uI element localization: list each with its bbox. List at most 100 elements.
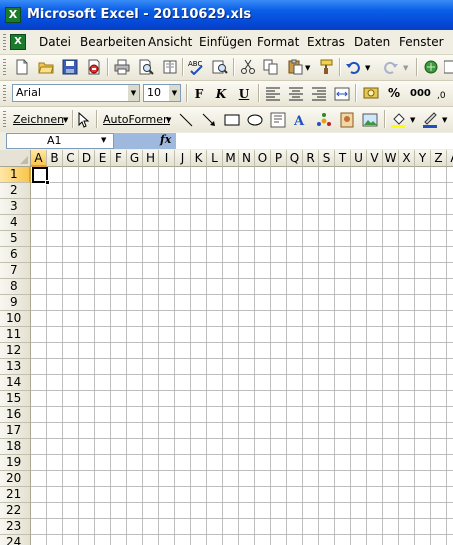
row-header-17[interactable]: 17: [0, 423, 31, 439]
toolbar-grip[interactable]: [3, 111, 6, 128]
diagram-icon[interactable]: [316, 112, 332, 128]
row-header-1[interactable]: 1: [0, 167, 31, 183]
menu-ansicht[interactable]: Ansicht: [148, 35, 192, 49]
column-header-u[interactable]: U: [351, 150, 367, 167]
row-header-18[interactable]: 18: [0, 439, 31, 455]
align-center-icon[interactable]: [288, 86, 304, 102]
arrow-icon[interactable]: [201, 112, 217, 128]
column-header-y[interactable]: Y: [415, 150, 431, 167]
column-header-d[interactable]: D: [79, 150, 95, 167]
research-icon[interactable]: [212, 59, 228, 75]
line-icon[interactable]: [178, 112, 194, 128]
column-header-a[interactable]: A: [31, 150, 47, 167]
more-icon[interactable]: [444, 59, 453, 75]
row-header-2[interactable]: 2: [0, 183, 31, 199]
column-header-b[interactable]: B: [47, 150, 63, 167]
clipart-icon[interactable]: [339, 112, 355, 128]
draw-menu-button[interactable]: Zeichnen: [13, 113, 64, 126]
line-color-icon[interactable]: [422, 112, 438, 128]
menu-fenster[interactable]: Fenster: [399, 35, 444, 49]
column-header-c[interactable]: C: [63, 150, 79, 167]
row-header-24[interactable]: 24: [0, 535, 31, 545]
wordart-icon[interactable]: A: [293, 112, 309, 128]
row-header-10[interactable]: 10: [0, 311, 31, 327]
menu-bearbeiten[interactable]: Bearbeiten: [80, 35, 146, 49]
menu-daten[interactable]: Daten: [354, 35, 390, 49]
column-header-t[interactable]: T: [335, 150, 351, 167]
print-icon[interactable]: [114, 59, 130, 75]
row-header-3[interactable]: 3: [0, 199, 31, 215]
open-folder-icon[interactable]: [38, 59, 54, 75]
redo-dropdown-icon[interactable]: ▼: [403, 64, 408, 72]
select-objects-icon[interactable]: [76, 112, 92, 128]
row-header-21[interactable]: 21: [0, 487, 31, 503]
underline-button[interactable]: U: [235, 86, 253, 102]
cut-icon[interactable]: [240, 59, 256, 75]
spelling-icon[interactable]: ABC: [188, 59, 204, 75]
column-header-l[interactable]: L: [207, 150, 223, 167]
thousands-separator-button[interactable]: 000: [410, 88, 431, 99]
select-all-button[interactable]: [0, 150, 31, 167]
percent-button[interactable]: %: [388, 86, 400, 100]
row-header-8[interactable]: 8: [0, 279, 31, 295]
autoshapes-menu-button[interactable]: AutoFormen: [103, 113, 170, 126]
align-left-icon[interactable]: [265, 86, 281, 102]
row-header-9[interactable]: 9: [0, 295, 31, 311]
column-header-n[interactable]: N: [239, 150, 255, 167]
row-header-5[interactable]: 5: [0, 231, 31, 247]
menu-datei[interactable]: Datei: [39, 35, 71, 49]
undo-dropdown-icon[interactable]: ▼: [365, 64, 370, 72]
merge-center-icon[interactable]: [334, 86, 350, 102]
column-header-q[interactable]: Q: [287, 150, 303, 167]
row-header-14[interactable]: 14: [0, 375, 31, 391]
name-box-dropdown-icon[interactable]: ▼: [101, 136, 106, 144]
column-header-x[interactable]: X: [399, 150, 415, 167]
redo-icon[interactable]: [383, 59, 399, 75]
font-name-select[interactable]: Arial ▼: [12, 84, 140, 102]
column-header-s[interactable]: S: [319, 150, 335, 167]
toolbar-grip[interactable]: [3, 59, 6, 76]
row-header-20[interactable]: 20: [0, 471, 31, 487]
fill-color-dropdown-icon[interactable]: ▼: [410, 116, 415, 124]
new-document-icon[interactable]: [14, 59, 30, 75]
undo-icon[interactable]: [345, 59, 361, 75]
oval-icon[interactable]: [247, 112, 263, 128]
fill-handle[interactable]: [45, 180, 50, 185]
row-header-19[interactable]: 19: [0, 455, 31, 471]
row-header-4[interactable]: 4: [0, 215, 31, 231]
column-header-e[interactable]: E: [95, 150, 111, 167]
font-size-dropdown-icon[interactable]: ▼: [169, 85, 180, 101]
row-header-15[interactable]: 15: [0, 391, 31, 407]
name-box[interactable]: A1: [6, 133, 114, 149]
italic-button[interactable]: K: [212, 86, 230, 102]
column-header-h[interactable]: H: [143, 150, 159, 167]
column-header-f[interactable]: F: [111, 150, 127, 167]
toolbar-grip[interactable]: [3, 85, 6, 102]
formula-input[interactable]: [176, 133, 453, 149]
row-header-23[interactable]: 23: [0, 519, 31, 535]
font-size-select[interactable]: 10 ▼: [143, 84, 181, 102]
print-preview-icon[interactable]: [138, 59, 154, 75]
hyperlink-icon[interactable]: [423, 59, 439, 75]
column-header-w[interactable]: W: [383, 150, 399, 167]
column-header-z[interactable]: Z: [431, 150, 447, 167]
research-book-icon[interactable]: [162, 59, 178, 75]
menu-einfuegen[interactable]: Einfügen: [199, 35, 252, 49]
paste-icon[interactable]: [287, 59, 303, 75]
align-right-icon[interactable]: [311, 86, 327, 102]
line-color-dropdown-icon[interactable]: ▼: [442, 116, 447, 124]
picture-icon[interactable]: [362, 112, 378, 128]
column-header-j[interactable]: J: [175, 150, 191, 167]
column-header-k[interactable]: K: [191, 150, 207, 167]
copy-icon[interactable]: [263, 59, 279, 75]
cell-grid[interactable]: [31, 167, 453, 545]
font-name-dropdown-icon[interactable]: ▼: [128, 85, 139, 101]
row-header-13[interactable]: 13: [0, 359, 31, 375]
bold-button[interactable]: F: [190, 86, 208, 102]
row-header-16[interactable]: 16: [0, 407, 31, 423]
menu-format[interactable]: Format: [257, 35, 299, 49]
rectangle-icon[interactable]: [224, 112, 240, 128]
row-header-7[interactable]: 7: [0, 263, 31, 279]
column-header-i[interactable]: I: [159, 150, 175, 167]
paste-dropdown-icon[interactable]: ▼: [305, 64, 310, 72]
